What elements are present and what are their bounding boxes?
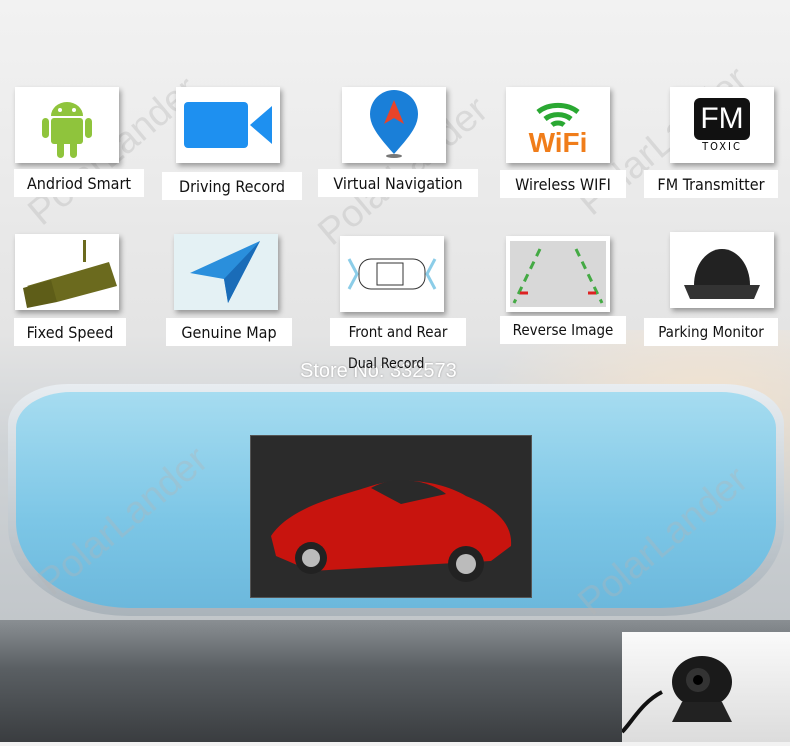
feature-label: Driving Record [162, 172, 302, 200]
tile-wifi: WiFi [506, 87, 610, 163]
tile-reverse-image [506, 236, 610, 312]
svg-text:WiFi: WiFi [529, 127, 588, 158]
rear-camera-icon [620, 656, 732, 734]
tile-navigation [342, 87, 446, 163]
fm-sub: TOXIC [702, 139, 742, 153]
mirror-screen [250, 435, 532, 598]
paper-plane-icon [190, 241, 260, 303]
feature-label: Reverse Image [500, 316, 626, 344]
rear-camera-inset [620, 632, 790, 742]
feature-label: Andriod Smart [14, 169, 144, 197]
android-icon [42, 102, 92, 158]
feature-label: Virtual Navigation [318, 169, 478, 197]
tile-fixed-speed [15, 234, 119, 310]
car-top-icon [347, 258, 437, 290]
parking-lines-icon [510, 241, 606, 307]
tile-front-rear [340, 236, 444, 312]
feature-label: Front and Rear [330, 318, 466, 346]
sports-car-image [271, 480, 512, 582]
tile-parking-monitor [670, 232, 774, 308]
feature-label: Parking Monitor [644, 318, 778, 346]
feature-label: FM Transmitter [644, 170, 778, 198]
tile-genuine-map [174, 234, 278, 310]
dome-camera-icon [684, 249, 760, 299]
tile-android [15, 87, 119, 163]
fm-icon: FM TOXIC [694, 97, 750, 153]
feature-label: Genuine Map [166, 318, 292, 346]
wifi-icon: WiFi [529, 102, 588, 158]
fm-logo: FM [694, 97, 750, 140]
tile-driving-record [176, 87, 280, 163]
map-pin-icon [370, 90, 418, 158]
speed-camera-icon [23, 240, 117, 308]
tile-fm: FM TOXIC [670, 87, 774, 163]
feature-label: Wireless WIFI [500, 170, 626, 198]
feature-label-continued: Dual Record [348, 356, 425, 372]
video-camera-icon [184, 102, 272, 148]
feature-label: Fixed Speed [14, 318, 126, 346]
